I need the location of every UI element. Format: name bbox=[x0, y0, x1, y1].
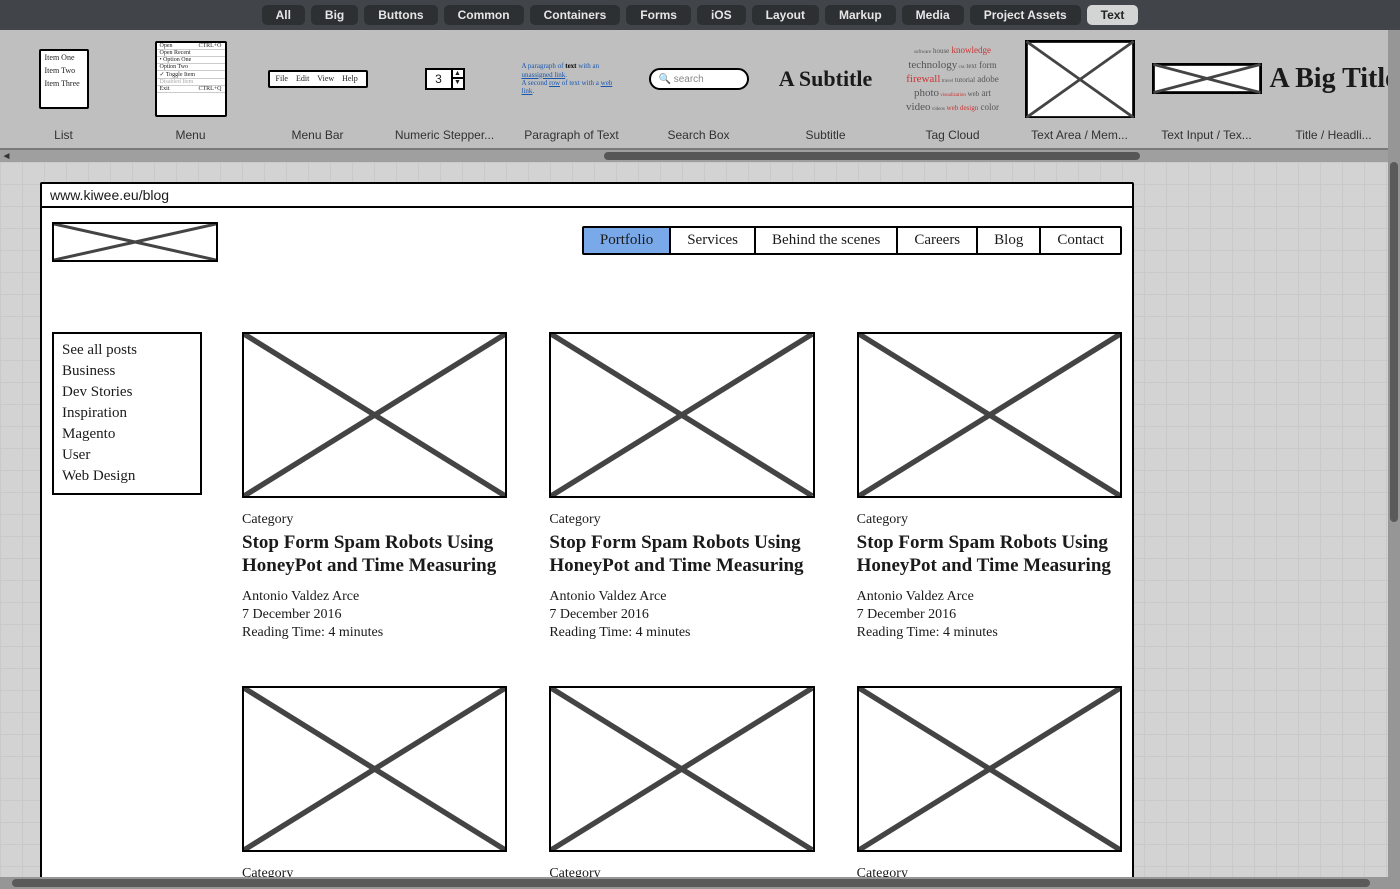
gallery-item-text-area-mem-[interactable]: Text Area / Mem... bbox=[1016, 36, 1143, 142]
card-category: Category bbox=[857, 866, 1122, 877]
gallery-item-text-input-tex-[interactable]: Text Input / Tex... bbox=[1143, 36, 1270, 142]
category-tab-layout[interactable]: Layout bbox=[752, 5, 819, 25]
gallery-preview: Item OneItem TwoItem Three bbox=[9, 36, 119, 122]
nav-tab-behind-the-scenes[interactable]: Behind the scenes bbox=[756, 228, 898, 253]
gallery-item-search-box[interactable]: 🔍 search Search Box bbox=[635, 36, 762, 142]
canvas-horizontal-scrollbar[interactable] bbox=[0, 877, 1400, 889]
browser-window-mockup[interactable]: www.kiwee.eu/blog PortfolioServicesBehin… bbox=[40, 182, 1134, 877]
canvas-vertical-scrollbar[interactable] bbox=[1388, 30, 1400, 877]
gallery-item-list[interactable]: Item OneItem TwoItem Three List bbox=[0, 36, 127, 142]
gallery-preview bbox=[1152, 36, 1262, 122]
site-nav-tabs: PortfolioServicesBehind the scenesCareer… bbox=[582, 226, 1122, 255]
logo-placeholder[interactable] bbox=[52, 222, 218, 262]
gallery-item-label: Search Box bbox=[667, 128, 729, 142]
sidebar-item-see-all-posts[interactable]: See all posts bbox=[62, 340, 192, 361]
gallery-item-label: List bbox=[54, 128, 73, 142]
design-canvas[interactable]: www.kiwee.eu/blog PortfolioServicesBehin… bbox=[0, 162, 1388, 877]
gallery-preview: FileEditViewHelp bbox=[263, 36, 373, 122]
category-tab-containers[interactable]: Containers bbox=[530, 5, 621, 25]
gallery-item-label: Numeric Stepper... bbox=[395, 128, 494, 142]
category-tab-all[interactable]: All bbox=[262, 5, 305, 25]
category-tab-buttons[interactable]: Buttons bbox=[364, 5, 437, 25]
category-tabs-bar: All Big Buttons Common ContainersForms iOS Lay… bbox=[0, 0, 1400, 30]
sidebar-item-web-design[interactable]: Web Design bbox=[62, 466, 192, 487]
category-tab-big[interactable]: Big bbox=[311, 5, 358, 25]
card-category: Category bbox=[857, 512, 1122, 528]
gallery-preview: 🔍 search bbox=[644, 36, 754, 122]
blog-card[interactable]: Category Stop Form Spam Robots Using Hon… bbox=[549, 332, 814, 642]
card-image-placeholder bbox=[242, 686, 507, 852]
nav-tab-portfolio[interactable]: Portfolio bbox=[584, 228, 671, 253]
card-image-placeholder bbox=[549, 332, 814, 498]
nav-tab-blog[interactable]: Blog bbox=[978, 228, 1041, 253]
card-category: Category bbox=[242, 512, 507, 528]
card-meta: Antonio Valdez Arce7 December 2016Readin… bbox=[549, 588, 814, 643]
card-title: Stop Form Spam Robots Using HoneyPot and… bbox=[549, 532, 814, 578]
gallery-preview: A paragraph of text with an unassigned l… bbox=[517, 36, 627, 122]
gallery-item-menu-bar[interactable]: FileEditViewHelp Menu Bar bbox=[254, 36, 381, 142]
nav-tab-services[interactable]: Services bbox=[671, 228, 756, 253]
category-tab-media[interactable]: Media bbox=[902, 5, 964, 25]
sidebar-item-user[interactable]: User bbox=[62, 445, 192, 466]
category-tab-common[interactable]: Common bbox=[444, 5, 524, 25]
gallery-item-label: Subtitle bbox=[805, 128, 845, 142]
gallery-item-label: Text Input / Tex... bbox=[1161, 128, 1252, 142]
blog-card[interactable]: Category Stop Form Spam Robots Using Hon… bbox=[857, 686, 1122, 877]
gallery-item-label: Menu Bar bbox=[291, 128, 343, 142]
sidebar-item-magento[interactable]: Magento bbox=[62, 424, 192, 445]
sidebar-item-dev-stories[interactable]: Dev Stories bbox=[62, 382, 192, 403]
category-sidebar: See all postsBusinessDev StoriesInspirat… bbox=[52, 332, 202, 495]
scroll-left-icon[interactable]: ◄ bbox=[0, 150, 13, 163]
gallery-item-label: Paragraph of Text bbox=[524, 128, 619, 142]
card-category: Category bbox=[242, 866, 507, 877]
gallery-preview bbox=[1025, 36, 1135, 122]
card-meta: Antonio Valdez Arce7 December 2016Readin… bbox=[857, 588, 1122, 643]
gallery-item-numeric-stepper-[interactable]: 3▲▼ Numeric Stepper... bbox=[381, 36, 508, 142]
nav-tab-careers[interactable]: Careers bbox=[898, 228, 978, 253]
gallery-item-label: Title / Headli... bbox=[1295, 128, 1371, 142]
blog-card[interactable]: Category Stop Form Spam Robots Using Hon… bbox=[242, 332, 507, 642]
gallery-scroll-track[interactable] bbox=[13, 151, 1387, 161]
card-image-placeholder bbox=[857, 686, 1122, 852]
nav-tab-contact[interactable]: Contact bbox=[1041, 228, 1120, 253]
category-tab-text[interactable]: Text bbox=[1087, 5, 1139, 25]
gallery-item-label: Text Area / Mem... bbox=[1031, 128, 1128, 142]
gallery-scrollbar[interactable]: ◄ ► bbox=[0, 150, 1400, 162]
gallery-item-label: Menu bbox=[175, 128, 205, 142]
gallery-item-paragraph-of-text[interactable]: A paragraph of text with an unassigned l… bbox=[508, 36, 635, 142]
address-bar[interactable]: www.kiwee.eu/blog bbox=[42, 184, 1132, 208]
gallery-item-label: Tag Cloud bbox=[925, 128, 979, 142]
canvas-vscroll-thumb[interactable] bbox=[1390, 162, 1398, 522]
gallery-item-title-headli-[interactable]: A Big Title Title / Headli... bbox=[1270, 36, 1397, 142]
blog-card[interactable]: Category Stop Form Spam Robots Using Hon… bbox=[242, 686, 507, 877]
card-image-placeholder bbox=[242, 332, 507, 498]
category-tab-project-assets[interactable]: Project Assets bbox=[970, 5, 1081, 25]
card-image-placeholder bbox=[857, 332, 1122, 498]
gallery-preview: A Big Title bbox=[1279, 36, 1389, 122]
gallery-preview: OpenCTRL+OOpen Recent• Option OneOption … bbox=[136, 36, 246, 122]
card-image-placeholder bbox=[549, 686, 814, 852]
card-category: Category bbox=[549, 866, 814, 877]
sidebar-item-business[interactable]: Business bbox=[62, 361, 192, 382]
card-title: Stop Form Spam Robots Using HoneyPot and… bbox=[857, 532, 1122, 578]
sidebar-item-inspiration[interactable]: Inspiration bbox=[62, 403, 192, 424]
gallery-preview: A Subtitle bbox=[771, 36, 881, 122]
gallery-item-menu[interactable]: OpenCTRL+OOpen Recent• Option OneOption … bbox=[127, 36, 254, 142]
card-title: Stop Form Spam Robots Using HoneyPot and… bbox=[242, 532, 507, 578]
card-meta: Antonio Valdez Arce7 December 2016Readin… bbox=[242, 588, 507, 643]
gallery-preview: 3▲▼ bbox=[390, 36, 500, 122]
blog-card[interactable]: Category Stop Form Spam Robots Using Hon… bbox=[549, 686, 814, 877]
blog-card[interactable]: Category Stop Form Spam Robots Using Hon… bbox=[857, 332, 1122, 642]
category-tab-ios[interactable]: iOS bbox=[697, 5, 746, 25]
component-gallery: Item OneItem TwoItem Three List OpenCTRL+O… bbox=[0, 30, 1400, 150]
gallery-preview: software house knowledge technology css … bbox=[898, 36, 1008, 122]
gallery-item-tag-cloud[interactable]: software house knowledge technology css … bbox=[889, 36, 1016, 142]
category-tab-forms[interactable]: Forms bbox=[626, 5, 691, 25]
gallery-scroll-thumb[interactable] bbox=[604, 152, 1140, 160]
gallery-item-subtitle[interactable]: A Subtitle Subtitle bbox=[762, 36, 889, 142]
canvas-hscroll-thumb[interactable] bbox=[12, 879, 1370, 887]
card-category: Category bbox=[549, 512, 814, 528]
blog-card-grid: Category Stop Form Spam Robots Using Hon… bbox=[242, 332, 1122, 877]
category-tab-markup[interactable]: Markup bbox=[825, 5, 896, 25]
